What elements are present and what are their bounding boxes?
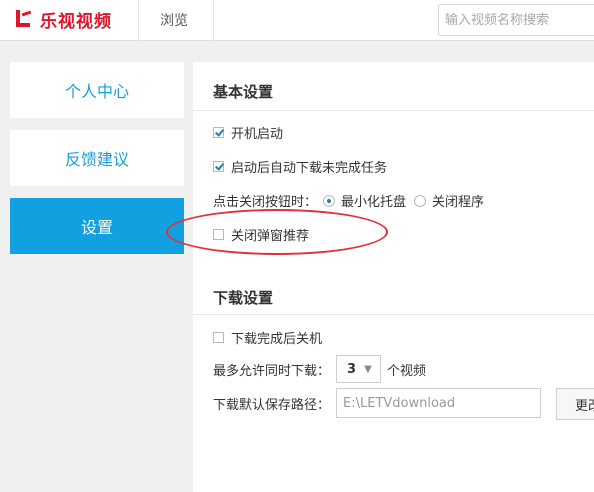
- sidebar-item-label: 设置: [80, 218, 113, 237]
- max-concurrent-row: 最多允许同时下载： 3 ▼ 个视频: [213, 355, 426, 383]
- top-bar: 乐视视频 浏览: [0, 0, 594, 41]
- sidebar-item-settings[interactable]: 设置: [10, 198, 184, 254]
- sidebar-item-feedback[interactable]: 反馈建议: [10, 130, 184, 186]
- auto-start-option[interactable]: 开机启动: [213, 123, 283, 142]
- minimize-tray-label[interactable]: 最小化托盘: [341, 191, 406, 210]
- exit-program-label[interactable]: 关闭程序: [432, 191, 484, 210]
- change-path-label: 更改: [575, 398, 594, 414]
- max-concurrent-value: 3: [347, 361, 357, 377]
- nav-divider: [213, 0, 214, 41]
- sidebar-item-personal-center[interactable]: 个人中心: [10, 62, 184, 118]
- nav-divider: [138, 0, 139, 41]
- section-divider: [193, 110, 594, 111]
- brand-name: 乐视视频: [40, 11, 112, 32]
- shutdown-after-option[interactable]: 下载完成后关机: [213, 328, 322, 347]
- exit-program-radio[interactable]: [414, 194, 427, 207]
- auto-start-label: 开机启动: [231, 127, 284, 142]
- shutdown-after-label: 下载完成后关机: [231, 332, 323, 347]
- save-path-input[interactable]: [336, 388, 542, 418]
- shutdown-after-checkbox[interactable]: [213, 332, 224, 343]
- nav-browse-link[interactable]: 浏览: [160, 10, 188, 30]
- letv-logo-icon: [14, 8, 34, 30]
- chevron-down-icon: ▼: [364, 363, 372, 375]
- close-action-row: 点击关闭按钮时： 最小化托盘 关闭程序: [213, 191, 484, 210]
- auto-download-option[interactable]: 启动后自动下载未完成任务: [213, 157, 387, 176]
- sidebar-item-label: 反馈建议: [64, 150, 129, 169]
- save-path-row: 下载默认保存路径：: [213, 388, 542, 418]
- section-divider: [193, 314, 594, 315]
- basic-settings-title: 基本设置: [213, 83, 274, 101]
- auto-download-checkbox[interactable]: [213, 161, 224, 172]
- max-concurrent-unit: 个视频: [387, 363, 427, 379]
- auto-start-checkbox[interactable]: [213, 127, 224, 138]
- close-popup-checkbox[interactable]: [213, 229, 224, 240]
- max-concurrent-select[interactable]: 3 ▼: [336, 355, 382, 383]
- search-input[interactable]: [438, 4, 594, 36]
- change-path-button[interactable]: 更改: [556, 388, 594, 420]
- minimize-tray-radio[interactable]: [323, 194, 336, 207]
- max-concurrent-label: 最多允许同时下载：: [213, 363, 331, 379]
- close-popup-label: 关闭弹窗推荐: [231, 229, 310, 244]
- download-settings-title: 下载设置: [213, 289, 274, 307]
- close-popup-option[interactable]: 关闭弹窗推荐: [213, 225, 309, 244]
- sidebar-item-label: 个人中心: [64, 82, 129, 101]
- close-action-label: 点击关闭按钮时：: [213, 195, 318, 210]
- settings-panel: 基本设置 开机启动 启动后自动下载未完成任务 点击关闭按钮时： 最小化托盘 关闭…: [193, 62, 594, 492]
- auto-download-label: 启动后自动下载未完成任务: [231, 161, 388, 176]
- brand-logo[interactable]: 乐视视频: [14, 6, 112, 32]
- save-path-label: 下载默认保存路径：: [213, 397, 331, 413]
